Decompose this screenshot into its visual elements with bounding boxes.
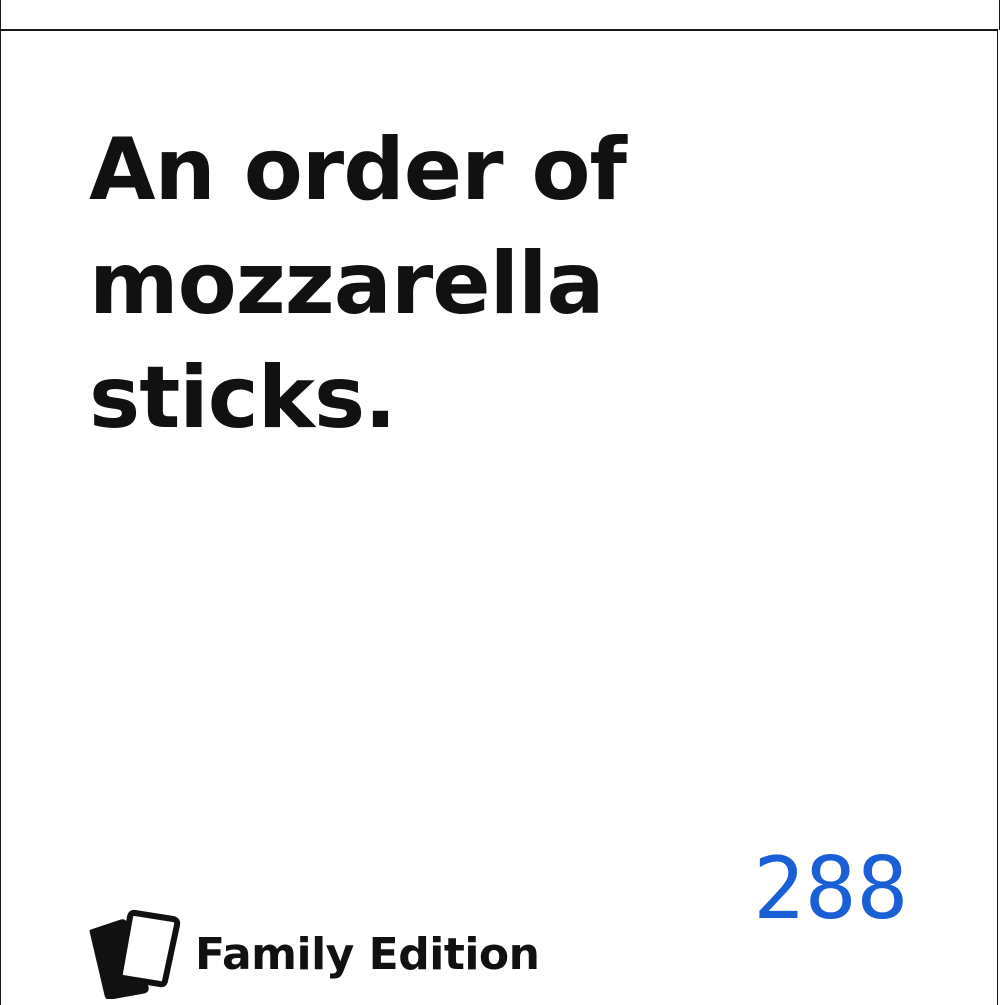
- two-cards-icon: [89, 909, 181, 999]
- brand: Family Edition: [89, 909, 540, 999]
- card-text: An order of mozzarella sticks.: [89, 120, 627, 448]
- card-number: 288: [753, 839, 909, 939]
- answer-card: An order of mozzarella sticks. 288 Famil…: [0, 29, 998, 1005]
- top-left-border: [0, 0, 1, 30]
- brand-name: Family Edition: [195, 928, 540, 980]
